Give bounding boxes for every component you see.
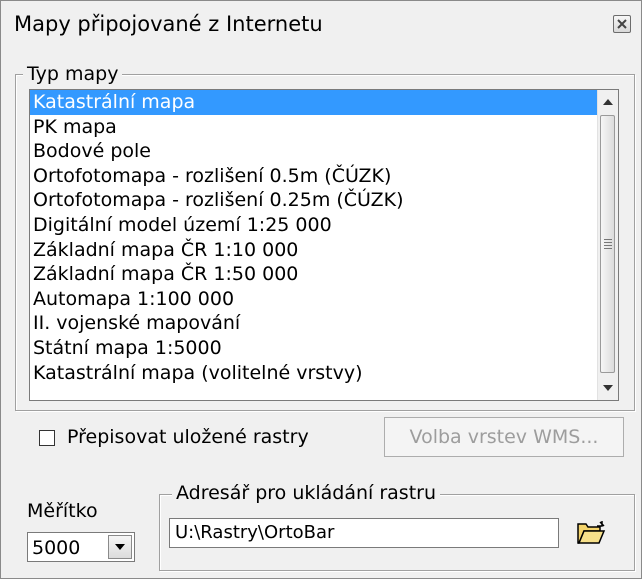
map-type-list: Katastrální mapa PK mapa Bodové pole Ortofo… (30, 90, 600, 400)
directory-legend: Adresář pro ukládání rastru (172, 482, 441, 504)
overwrite-checkbox[interactable] (39, 430, 55, 446)
map-type-listbox[interactable]: Katastrální mapa PK mapa Bodové pole Ortofo… (29, 89, 619, 401)
list-item[interactable]: Katastrální mapa (volitelné vrstvy) (30, 361, 600, 386)
list-item[interactable]: Katastrální mapa (30, 90, 600, 115)
list-item[interactable]: II. vojenské mapování (30, 311, 600, 336)
directory-path-input[interactable]: U:\Rastry\OrtoBar (169, 518, 559, 548)
list-item[interactable]: Automapa 1:100 000 (30, 287, 600, 312)
close-icon (617, 19, 627, 29)
scroll-up-button[interactable] (598, 92, 618, 112)
grip-icon (604, 237, 612, 251)
list-item[interactable]: Základní mapa ČR 1:50 000 (30, 262, 600, 287)
scale-label: Měřítko (27, 500, 98, 522)
list-item[interactable]: Ortofotomapa - rozlišení 0.5m (ČÚZK) (30, 164, 600, 189)
scale-value: 5000 (32, 537, 81, 559)
list-item[interactable]: Státní mapa 1:5000 (30, 336, 600, 361)
browse-folder-button[interactable] (569, 515, 613, 551)
scale-select[interactable]: 5000 (27, 532, 135, 562)
scroll-down-button[interactable] (598, 378, 618, 398)
dialog-window: Mapy připojované z Internetu Typ mapy Ka… (0, 0, 642, 579)
scale-dropdown-button[interactable] (108, 535, 132, 559)
title-bar[interactable]: Mapy připojované z Internetu (2, 2, 640, 46)
list-item[interactable]: Digitální model území 1:25 000 (30, 213, 600, 238)
arrow-down-icon (603, 385, 613, 391)
chevron-down-icon (115, 544, 125, 550)
map-type-legend: Typ mapy (23, 63, 123, 85)
list-item[interactable]: PK mapa (30, 115, 600, 140)
arrow-up-icon (603, 99, 613, 105)
list-scrollbar[interactable] (597, 90, 618, 400)
list-item[interactable]: Ortofotomapa - rozlišení 0.25m (ČÚZK) (30, 188, 600, 213)
wms-layers-button: Volba vrstev WMS... (384, 417, 624, 457)
folder-open-icon (577, 521, 606, 544)
list-item[interactable]: Bodové pole (30, 139, 600, 164)
list-item[interactable]: Základní mapa ČR 1:10 000 (30, 238, 600, 263)
overwrite-label[interactable]: Přepisovat uložené rastry (67, 425, 309, 449)
window-title: Mapy připojované z Internetu (14, 12, 323, 36)
close-button[interactable] (613, 15, 631, 33)
scroll-thumb[interactable] (600, 115, 615, 373)
